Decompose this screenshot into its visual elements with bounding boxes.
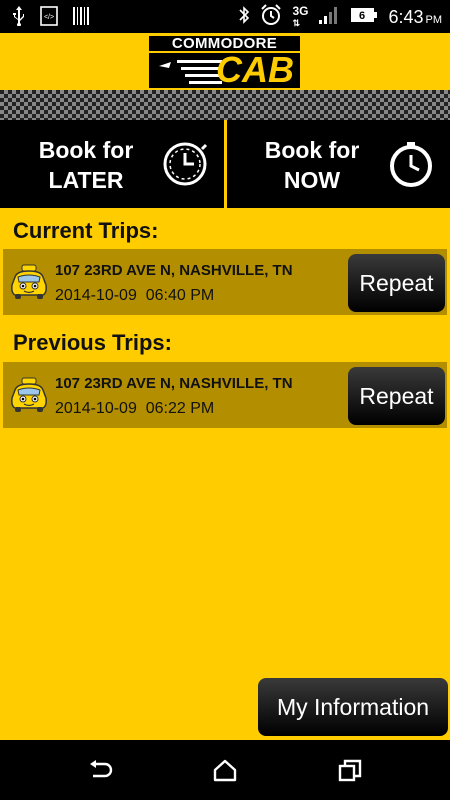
status-bar: </> 3G ⇅ 6 6:43 PM [0, 0, 450, 33]
app-header: COMMODORE CAB [0, 33, 450, 90]
current-trip-row[interactable]: 107 23RD AVE N, NASHVILLE, TN 2014-10-09… [3, 249, 447, 315]
signal-icon [318, 5, 340, 30]
recent-apps-icon[interactable] [337, 758, 363, 784]
book-later-line2: LATER [48, 167, 124, 193]
code-icon: </> [40, 6, 58, 31]
logo-stripes-icon [159, 60, 222, 84]
app-screen: COMMODORE CAB Book for LATER Book for NO… [0, 33, 450, 740]
stopwatch-icon [390, 142, 432, 187]
book-now-label: Book for NOW [248, 135, 376, 195]
android-nav-bar [0, 740, 450, 800]
my-information-button[interactable]: My Information [258, 678, 448, 736]
book-later-line1: Book for [38, 137, 134, 163]
trip-datetime: 2014-10-09 06:40 PM [55, 287, 215, 304]
trip-address: 107 23RD AVE N, NASHVILLE, TN [55, 375, 293, 392]
taxi-icon [11, 264, 47, 299]
book-later-label: Book for LATER [22, 135, 150, 195]
book-now-line2: NOW [283, 167, 341, 193]
home-icon[interactable] [212, 758, 238, 784]
usb-icon [12, 6, 26, 31]
trip-address: 107 23RD AVE N, NASHVILLE, TN [55, 262, 293, 279]
svg-text:6: 6 [359, 10, 365, 22]
battery-icon: 6 [350, 7, 378, 28]
repeat-button[interactable]: Repeat [348, 367, 445, 425]
book-now-button[interactable]: Book for NOW [226, 120, 450, 208]
commodore-cab-logo: COMMODORE CAB [149, 36, 300, 90]
trip-datetime: 2014-10-09 06:22 PM [55, 400, 215, 417]
svg-text:</>: </> [44, 14, 54, 21]
alarm-icon [260, 4, 282, 31]
previous-trips-title: Previous Trips: [13, 330, 172, 355]
clock-later-icon [163, 142, 208, 186]
repeat-button[interactable]: Repeat [348, 254, 445, 312]
back-icon[interactable] [87, 758, 113, 784]
barcode-icon [72, 6, 90, 31]
taxi-icon [11, 377, 47, 412]
logo-cab-text: CAB [216, 49, 294, 90]
bluetooth-icon [238, 5, 250, 30]
network-type: 3G ⇅ [292, 4, 309, 28]
clock: 6:43 PM [388, 7, 442, 27]
book-later-button[interactable]: Book for LATER [0, 120, 224, 208]
current-trips-title: Current Trips: [13, 218, 159, 243]
logo-bottom: CAB [149, 49, 300, 90]
book-now-line1: Book for [264, 137, 360, 163]
checkered-banner [0, 90, 450, 120]
previous-trip-row[interactable]: 107 23RD AVE N, NASHVILLE, TN 2014-10-09… [3, 362, 447, 428]
booking-bar: Book for LATER Book for NOW [0, 120, 450, 208]
